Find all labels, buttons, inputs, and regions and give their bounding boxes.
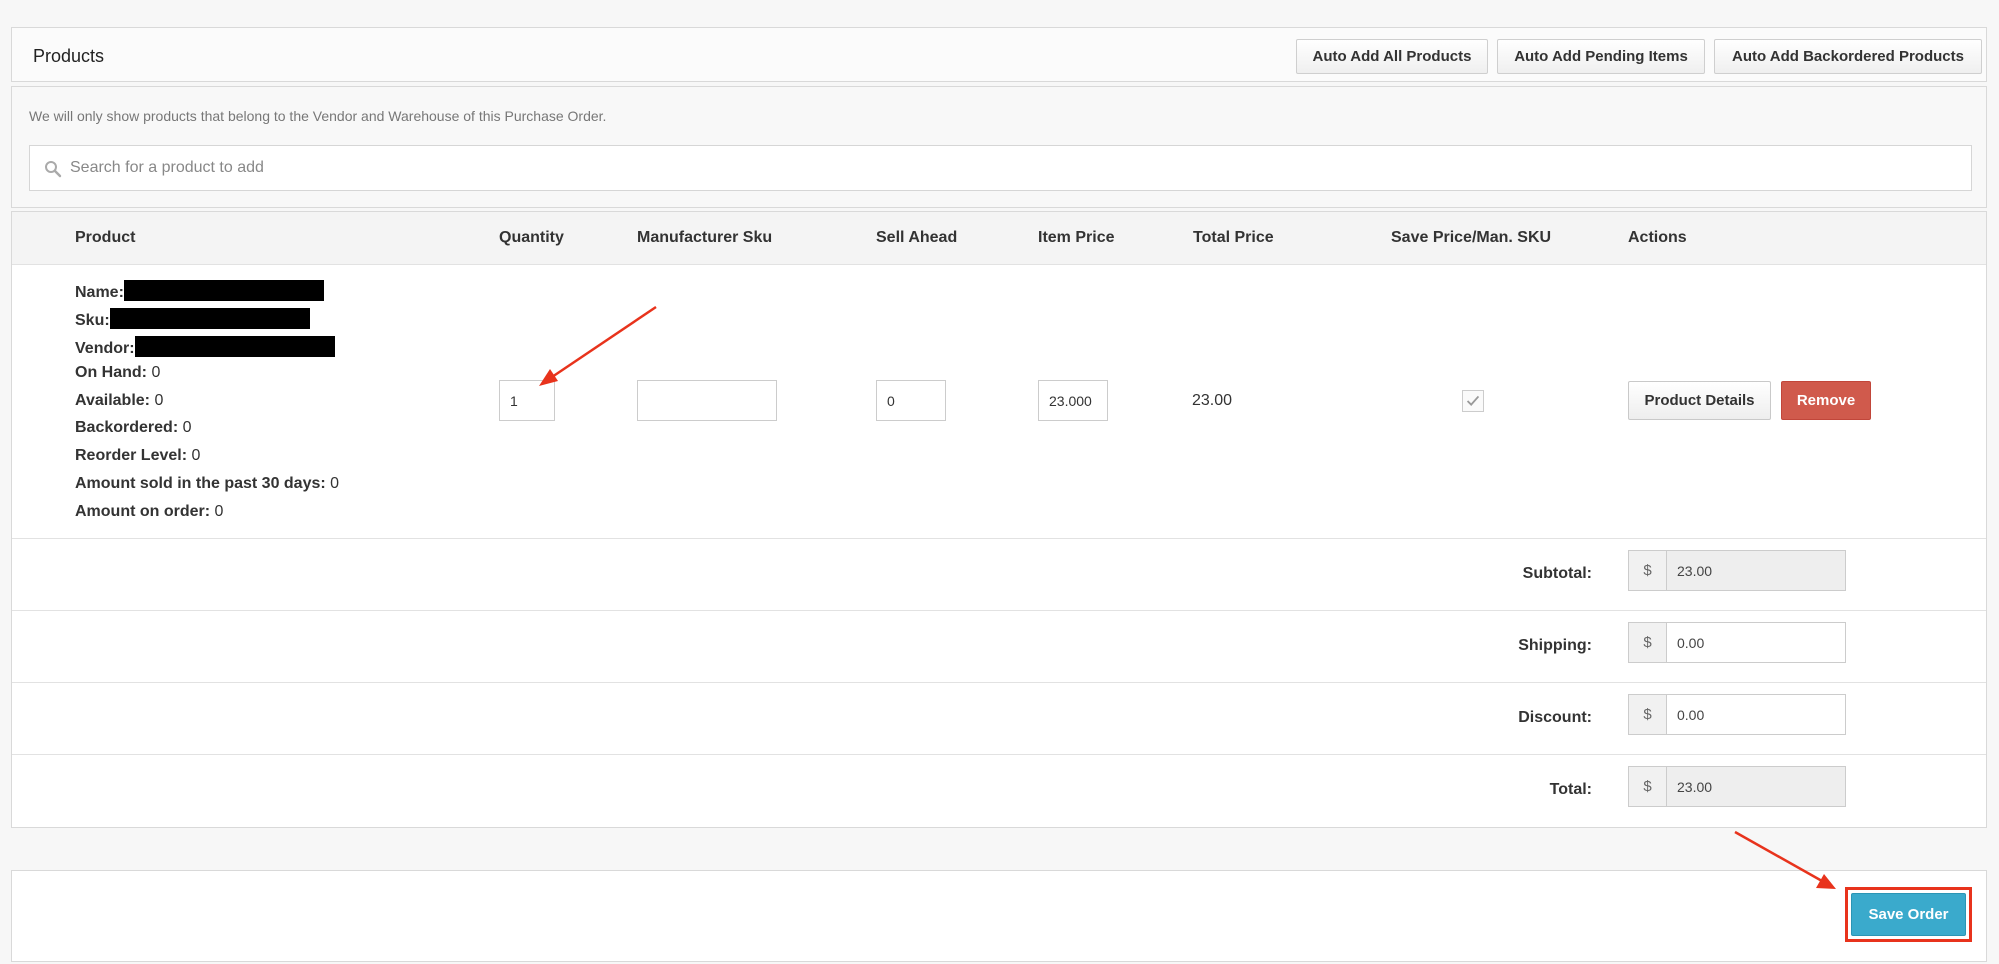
search-input[interactable] — [70, 146, 1960, 190]
discount-label: Discount: — [1518, 709, 1592, 726]
currency-addon: $ — [1629, 695, 1667, 734]
manufacturer-sku-input[interactable] — [637, 380, 777, 421]
header-sell-ahead: Sell Ahead — [876, 229, 958, 246]
currency-addon: $ — [1629, 623, 1667, 662]
subtotal-row: Subtotal: $ — [12, 538, 1986, 611]
amount-sold-30-days: Amount sold in the past 30 days: 0 — [75, 475, 340, 492]
shipping-label: Shipping: — [1518, 637, 1592, 654]
footer-panel — [11, 870, 1987, 962]
header-item-price: Item Price — [1038, 229, 1115, 246]
shipping-input[interactable] — [1667, 623, 1845, 662]
products-panel-header: Products Auto Add All Products Auto Add … — [11, 27, 1987, 82]
total-price-value: 23.00 — [1192, 392, 1233, 409]
currency-addon: $ — [1629, 767, 1667, 806]
header-total-price: Total Price — [1193, 229, 1274, 246]
header-product: Product — [75, 229, 136, 246]
vendor-warehouse-notice: We will only show products that belong t… — [29, 108, 607, 124]
available: Available: 0 — [75, 392, 164, 409]
discount-row: Discount: $ — [12, 682, 1986, 755]
save-price-checkbox[interactable] — [1462, 390, 1484, 412]
auto-add-backordered-products-button[interactable]: Auto Add Backordered Products — [1714, 39, 1982, 74]
search-icon — [45, 161, 62, 178]
total-label: Total: — [1549, 781, 1592, 798]
quantity-input[interactable] — [499, 380, 555, 421]
header-manufacturer-sku: Manufacturer Sku — [637, 229, 773, 246]
sell-ahead-input[interactable] — [876, 380, 946, 421]
subtotal-field: $ — [1628, 550, 1846, 591]
panel-title: Products — [33, 46, 105, 66]
discount-field[interactable]: $ — [1628, 694, 1846, 735]
remove-button[interactable]: Remove — [1781, 381, 1871, 420]
discount-input[interactable] — [1667, 695, 1845, 734]
product-sku: Sku: — [75, 308, 310, 330]
total-field: $ — [1628, 766, 1846, 807]
product-vendor: Vendor: — [75, 336, 335, 358]
redacted-sku — [109, 308, 310, 329]
products-table: Product Quantity Manufacturer Sku Sell A… — [11, 211, 1987, 828]
table-header: Product Quantity Manufacturer Sku Sell A… — [12, 212, 1986, 265]
header-actions: Actions — [1628, 229, 1687, 246]
on-hand: On Hand: 0 — [75, 364, 161, 381]
amount-on-order: Amount on order: 0 — [75, 503, 224, 520]
save-order-button[interactable]: Save Order — [1851, 893, 1966, 936]
redacted-vendor — [134, 336, 335, 357]
auto-add-pending-items-button[interactable]: Auto Add Pending Items — [1497, 39, 1705, 74]
shipping-row: Shipping: $ — [12, 610, 1986, 683]
backordered: Backordered: 0 — [75, 419, 192, 436]
checkmark-icon — [1466, 395, 1480, 406]
product-search-area: We will only show products that belong t… — [11, 86, 1987, 208]
currency-addon: $ — [1629, 551, 1667, 590]
vendor-label: Vendor: — [75, 340, 135, 357]
product-name: Name: — [75, 280, 324, 302]
item-price-input[interactable] — [1038, 380, 1108, 421]
name-label: Name: — [75, 284, 124, 301]
subtotal-input — [1667, 551, 1845, 590]
sku-label: Sku: — [75, 312, 110, 329]
search-field[interactable] — [29, 145, 1972, 191]
header-quantity: Quantity — [499, 229, 564, 246]
subtotal-label: Subtotal: — [1522, 565, 1592, 582]
shipping-field[interactable]: $ — [1628, 622, 1846, 663]
redacted-name — [123, 280, 324, 301]
auto-add-all-products-button[interactable]: Auto Add All Products — [1296, 39, 1488, 74]
total-row: Total: $ — [12, 754, 1986, 827]
total-input — [1667, 767, 1845, 806]
product-details-button[interactable]: Product Details — [1628, 381, 1771, 420]
header-save-price: Save Price/Man. SKU — [1391, 229, 1552, 246]
reorder-level: Reorder Level: 0 — [75, 447, 201, 464]
